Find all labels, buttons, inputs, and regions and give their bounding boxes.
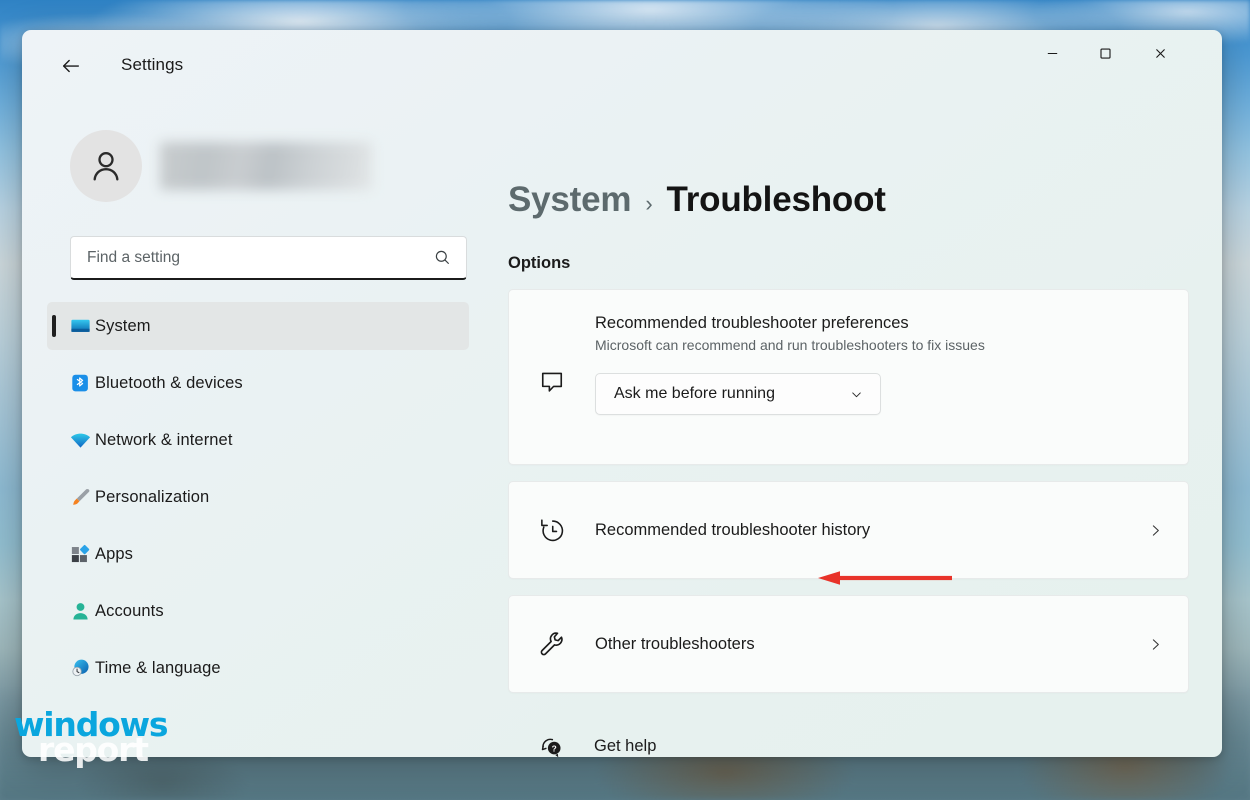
maximize-icon <box>1100 47 1111 59</box>
speech-bubble-icon <box>509 312 595 398</box>
sidebar-nav-list: System Bluetooth & devices Network & int… <box>47 302 490 692</box>
card-recommended-troubleshooter-history[interactable]: Recommended troubleshooter history <box>508 481 1189 579</box>
account-row[interactable] <box>47 130 490 202</box>
sidebar-item-label: System <box>95 316 151 335</box>
get-help-link[interactable]: ? Get help <box>508 721 1189 757</box>
link-label: Get help <box>594 736 657 755</box>
sidebar: System Bluetooth & devices <box>22 96 490 757</box>
sidebar-item-label: Bluetooth & devices <box>95 373 243 392</box>
sidebar-item-label: Network & internet <box>95 430 233 449</box>
main-content: System › Troubleshoot Options Recommende… <box>490 96 1222 757</box>
sidebar-item-accounts[interactable]: Accounts <box>47 587 469 635</box>
history-clock-icon <box>509 516 595 545</box>
card-title: Recommended troubleshooter preferences <box>595 314 909 332</box>
monitor-icon <box>68 314 92 338</box>
sidebar-item-network-internet[interactable]: Network & internet <box>47 416 469 464</box>
chevron-right-icon <box>1138 522 1164 539</box>
back-arrow-icon <box>62 59 80 73</box>
sidebar-item-apps[interactable]: Apps <box>47 530 469 578</box>
person-icon <box>68 599 92 623</box>
card-recommended-troubleshooter-preferences: Recommended troubleshooter preferences M… <box>508 289 1189 465</box>
bluetooth-icon <box>68 371 92 395</box>
sidebar-item-system[interactable]: System <box>47 302 469 350</box>
section-heading: Options <box>508 254 571 272</box>
page-title: Troubleshoot <box>666 180 886 219</box>
sidebar-item-bluetooth-devices[interactable]: Bluetooth & devices <box>47 359 469 407</box>
breadcrumb-parent[interactable]: System <box>508 180 632 220</box>
minimize-icon <box>1047 52 1058 54</box>
search-input[interactable] <box>87 248 433 267</box>
clock-globe-icon <box>68 656 92 680</box>
svg-text:?: ? <box>551 743 556 753</box>
card-title: Recommended troubleshooter history <box>595 520 871 539</box>
breadcrumb: System › Troubleshoot <box>508 180 1189 220</box>
person-avatar-icon <box>93 151 119 181</box>
help-question-icon: ? <box>508 733 594 758</box>
sidebar-item-label: Time & language <box>95 658 221 677</box>
sidebar-item-time-language[interactable]: Time & language <box>47 644 469 692</box>
apps-icon <box>68 542 92 566</box>
close-icon <box>1156 48 1165 58</box>
settings-window: Settings Find a setting System Bluetooth… <box>22 30 1222 757</box>
card-title: Other troubleshooters <box>595 634 755 653</box>
wifi-icon <box>68 428 92 452</box>
recommended-troubleshooter-dropdown[interactable]: Ask me before running <box>595 373 881 415</box>
back-button[interactable] <box>47 46 95 86</box>
window-titlebar: Settings <box>22 30 1222 96</box>
dropdown-selected-value: Ask me before running <box>614 385 775 402</box>
wrench-icon <box>509 629 595 659</box>
account-name-redacted <box>160 142 372 190</box>
paintbrush-icon <box>68 485 92 509</box>
search-icon <box>435 250 449 264</box>
window-body: System Bluetooth & devices <box>22 96 1222 757</box>
sidebar-item-label: Apps <box>95 544 134 563</box>
window-title: Settings <box>121 55 184 74</box>
sidebar-item-personalization[interactable]: Personalization <box>47 473 469 521</box>
close-button[interactable] <box>1137 30 1184 76</box>
search-box[interactable] <box>70 236 467 280</box>
bottom-links: ? Get help Give feedback <box>508 721 1189 757</box>
chevron-right-icon <box>1138 636 1164 653</box>
maximize-button[interactable] <box>1082 30 1129 76</box>
card-subtitle: Microsoft can recommend and run troubles… <box>595 337 985 353</box>
sidebar-item-label: Accounts <box>95 601 164 620</box>
card-other-troubleshooters[interactable]: Other troubleshooters <box>508 595 1189 693</box>
breadcrumb-separator: › <box>645 191 653 216</box>
sidebar-item-label: Personalization <box>95 487 210 506</box>
chevron-down-icon <box>852 391 861 397</box>
minimize-button[interactable] <box>1029 30 1076 76</box>
avatar <box>70 130 142 202</box>
